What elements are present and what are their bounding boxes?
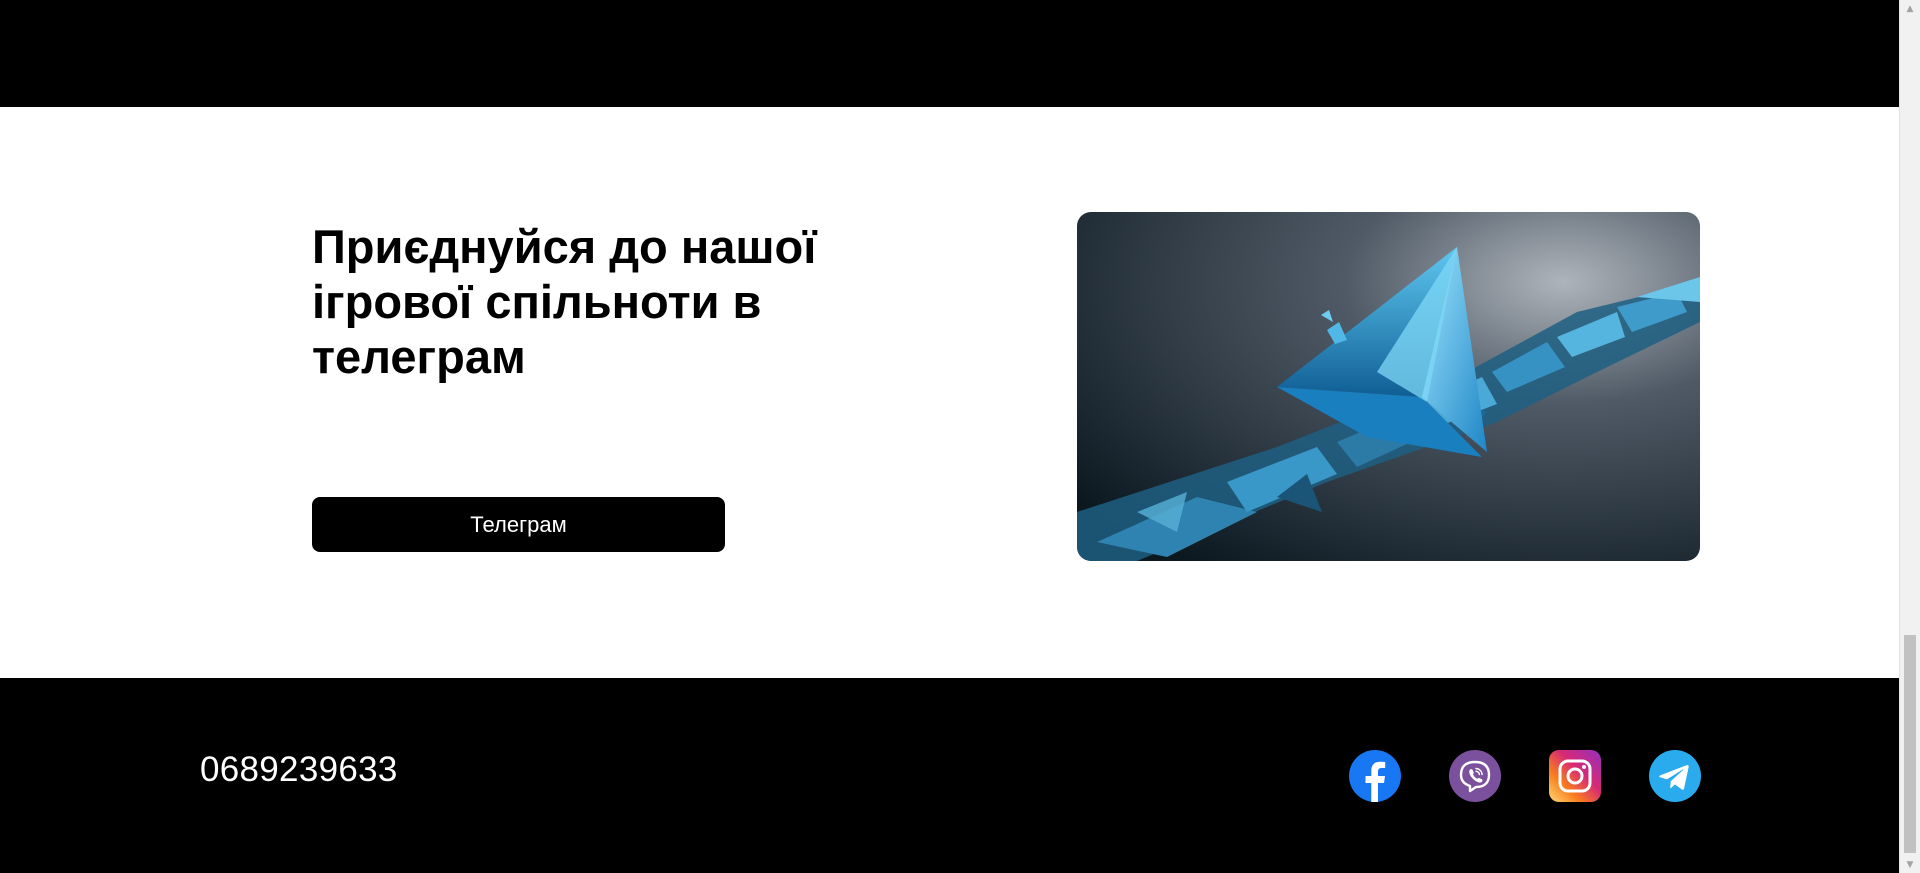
footer: 0689239633 bbox=[0, 678, 1899, 873]
phone-number: 0689239633 bbox=[200, 750, 398, 789]
telegram-button[interactable]: Телеграм bbox=[312, 497, 725, 552]
telegram-promo-section: Приєднуйся до нашої ігрової спільноти в … bbox=[0, 107, 1899, 678]
scrollbar-thumb[interactable] bbox=[1904, 635, 1916, 853]
scroll-up-arrow-icon[interactable]: ▲ bbox=[1900, 0, 1920, 17]
top-band bbox=[0, 0, 1899, 107]
telegram-icon[interactable] bbox=[1649, 750, 1701, 802]
page: Приєднуйся до нашої ігрової спільноти в … bbox=[0, 0, 1899, 873]
promo-title: Приєднуйся до нашої ігрової спільноти в … bbox=[312, 220, 817, 383]
facebook-icon[interactable] bbox=[1349, 750, 1401, 802]
scroll-down-arrow-icon[interactable]: ▼ bbox=[1900, 856, 1920, 873]
instagram-icon[interactable] bbox=[1549, 750, 1601, 802]
viber-icon[interactable] bbox=[1449, 750, 1501, 802]
vertical-scrollbar[interactable]: ▲ ▼ bbox=[1899, 0, 1920, 873]
origami-paper-plane-image bbox=[1077, 212, 1700, 561]
